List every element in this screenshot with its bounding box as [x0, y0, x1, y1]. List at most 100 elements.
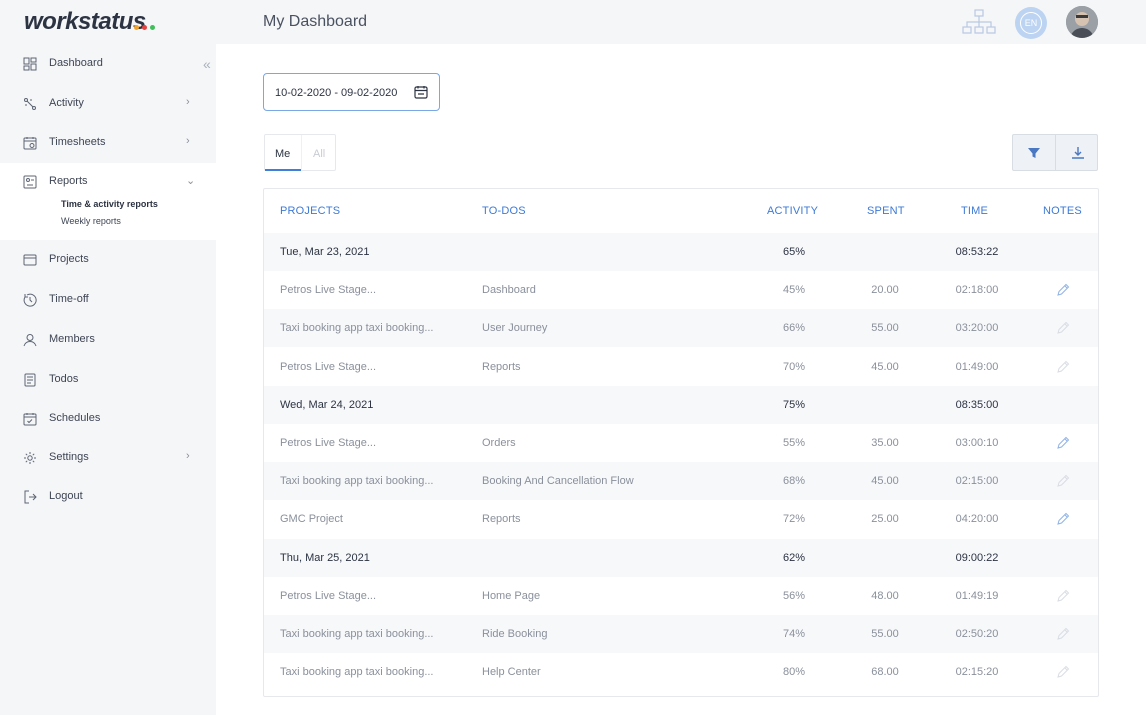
edit-note-icon[interactable]	[1056, 283, 1070, 297]
schedules-icon	[23, 413, 37, 426]
activity-value: 72%	[782, 513, 806, 526]
todo-name: Dashboard	[482, 284, 536, 297]
todo-name: Booking And Cancellation Flow	[482, 475, 634, 488]
table-row: GMC Project Reports 72% 25.00 04:20:00	[264, 500, 1098, 538]
sidebar-item-dashboard[interactable]: Dashboard	[0, 53, 216, 77]
projects-icon	[23, 254, 37, 266]
sidebar-item-settings[interactable]: Settings ›	[0, 447, 216, 471]
column-header-todos[interactable]: TO-DOS	[482, 205, 526, 217]
table-row: Taxi booking app taxi booking... Ride Boo…	[264, 615, 1098, 653]
edit-note-icon[interactable]	[1056, 474, 1070, 488]
sidebar-item-label: Time-off	[49, 293, 89, 305]
activity-value: 56%	[782, 589, 806, 602]
org-chart-icon[interactable]	[962, 9, 996, 35]
app-logo[interactable]: workstatus	[24, 8, 146, 36]
reports-section: Reports ⌄ Time & activity reports Weekly…	[0, 163, 216, 240]
time-value: 04:20:00	[955, 513, 999, 526]
time-value: 03:00:10	[955, 437, 999, 449]
chevron-right-icon: ›	[186, 96, 190, 108]
filter-icon	[1028, 147, 1040, 158]
edit-note-icon[interactable]	[1056, 589, 1070, 603]
sidebar-item-todos[interactable]: Todos	[0, 369, 216, 393]
edit-note-icon[interactable]	[1056, 321, 1070, 335]
sidebar-item-timesheets[interactable]: Timesheets ›	[0, 132, 216, 156]
table-row: Taxi booking app taxi booking... User Jou…	[264, 309, 1098, 348]
todo-name: Reports	[482, 513, 521, 526]
sidebar-subitem-weekly-reports[interactable]: Weekly reports	[61, 216, 121, 226]
date-range-picker[interactable]: 10-02-2020 - 09-02-2020	[263, 73, 440, 111]
sidebar-item-reports[interactable]: Reports ⌄	[0, 171, 216, 195]
edit-note-icon[interactable]	[1056, 627, 1070, 641]
toggle-me[interactable]: Me	[265, 135, 301, 171]
timesheets-icon	[23, 137, 37, 150]
sidebar-item-label: Settings	[49, 451, 89, 463]
top-header: workstatus My Dashboard EN	[0, 0, 1146, 44]
column-header-projects[interactable]: PROJECTS	[280, 205, 340, 217]
activity-value: 45%	[782, 284, 806, 297]
time-value: 01:49:19	[955, 589, 999, 602]
spent-value: 55.00	[871, 322, 899, 335]
activity-value: 55%	[782, 437, 806, 449]
sidebar-item-schedules[interactable]: Schedules	[0, 408, 216, 432]
sidebar-item-label: Todos	[49, 373, 79, 385]
sidebar-item-activity[interactable]: Activity ›	[0, 93, 216, 117]
sidebar-item-label: Members	[49, 333, 95, 345]
activity-icon	[24, 98, 36, 110]
todo-name: Ride Booking	[482, 628, 548, 640]
time-value: 02:18:00	[955, 284, 999, 297]
sidebar-item-logout[interactable]: Logout	[0, 486, 216, 510]
sidebar-item-label: Schedules	[49, 412, 101, 424]
spent-value: 25.00	[871, 513, 899, 526]
edit-note-icon[interactable]	[1056, 512, 1070, 526]
time-value: 09:00:22	[955, 551, 999, 564]
sidebar-item-label: Activity	[49, 97, 84, 109]
project-name: Petros Live Stage...	[280, 437, 376, 449]
day-summary-row: Tue, Mar 23, 2021 65% 08:53:22	[264, 233, 1098, 271]
sidebar-item-members[interactable]: Members	[0, 329, 216, 353]
table-row: Petros Live Stage... Dashboard 45% 20.00 02:…	[264, 271, 1098, 309]
page-title: My Dashboard	[263, 13, 368, 30]
toggle-all[interactable]: All	[301, 135, 336, 171]
language-switcher[interactable]: EN	[1015, 7, 1047, 39]
logout-icon	[24, 490, 37, 504]
column-header-time[interactable]: TIME	[961, 205, 988, 217]
column-header-activity[interactable]: ACTIVITY	[767, 205, 818, 217]
spent-value: 45.00	[871, 475, 899, 488]
sidebar-subitem-time-activity-reports[interactable]: Time & activity reports	[61, 199, 158, 209]
user-avatar[interactable]	[1066, 6, 1098, 38]
sidebar-item-label: Projects	[49, 253, 89, 265]
activity-value: 65%	[782, 246, 806, 258]
table-row: Taxi booking app taxi booking... Help Cen…	[264, 653, 1098, 691]
edit-note-icon[interactable]	[1056, 436, 1070, 450]
todo-name: Help Center	[482, 666, 541, 679]
activity-value: 70%	[782, 360, 806, 373]
project-name: Taxi booking app taxi booking...	[280, 628, 434, 640]
column-header-spent[interactable]: SPENT	[867, 205, 905, 217]
spent-value: 55.00	[871, 628, 899, 640]
project-name: Taxi booking app taxi booking...	[280, 322, 434, 335]
edit-note-icon[interactable]	[1056, 665, 1070, 679]
activity-value: 74%	[782, 628, 806, 640]
todo-name: Reports	[482, 360, 521, 373]
sidebar-item-label: Timesheets	[49, 136, 106, 148]
time-value: 02:15:00	[955, 475, 999, 488]
day-summary-row: Wed, Mar 24, 2021 75% 08:35:00	[264, 385, 1098, 424]
chevron-right-icon: ›	[186, 135, 190, 147]
download-icon	[1071, 146, 1084, 159]
activity-value: 68%	[782, 475, 806, 488]
spent-value: 48.00	[871, 589, 899, 602]
filter-button[interactable]	[1013, 135, 1056, 170]
sidebar-item-projects[interactable]: Projects	[0, 249, 216, 273]
download-button[interactable]	[1056, 135, 1099, 170]
project-name: Taxi booking app taxi booking...	[280, 666, 434, 679]
time-value: 02:15:20	[955, 666, 999, 679]
column-header-notes[interactable]: NOTES	[1043, 205, 1082, 217]
calendar-icon	[414, 86, 428, 99]
edit-note-icon[interactable]	[1056, 360, 1070, 374]
dashboard-icon	[23, 57, 37, 71]
project-name: Petros Live Stage...	[280, 360, 376, 373]
todo-name: Home Page	[482, 589, 541, 602]
chevron-down-icon: ⌄	[186, 175, 196, 187]
sidebar-item-time-off[interactable]: Time-off	[0, 289, 216, 313]
scope-toggle: Me All	[264, 134, 336, 171]
